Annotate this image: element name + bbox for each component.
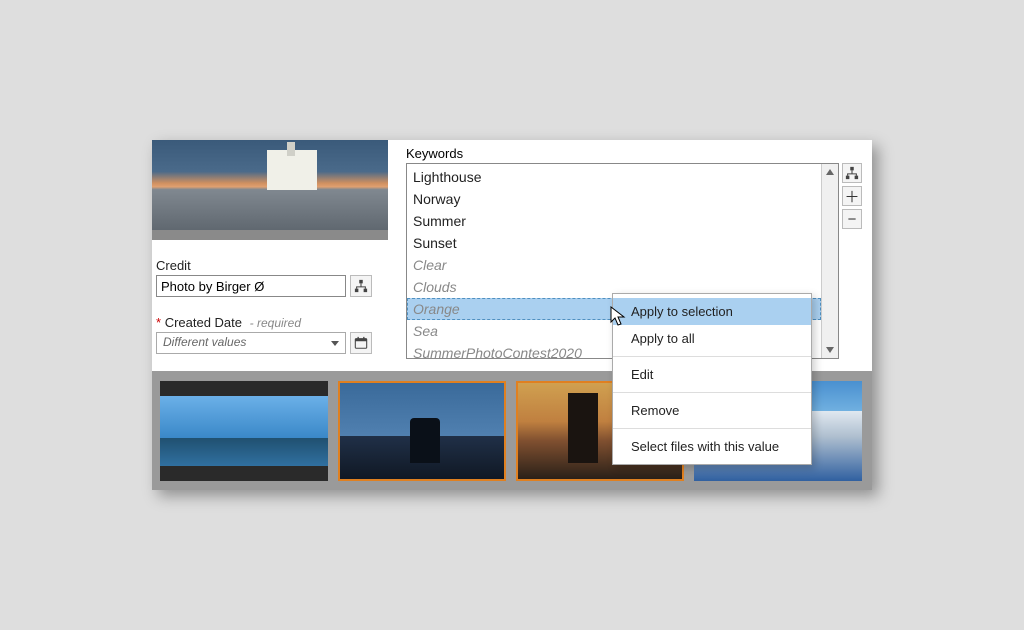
metadata-panel: Credit * Created Date - required Differe…	[152, 140, 872, 490]
hierarchy-icon[interactable]	[350, 275, 372, 297]
thumbnail-item[interactable]	[160, 381, 328, 481]
keywords-scrollbar[interactable]	[821, 164, 838, 358]
keywords-side-buttons: ＋ −	[842, 163, 862, 359]
hierarchy-icon[interactable]	[842, 163, 862, 183]
context-menu-item[interactable]: Select files with this value	[613, 433, 811, 460]
created-date-field: * Created Date - required Different valu…	[156, 315, 394, 354]
menu-separator	[613, 392, 811, 393]
scroll-up-icon[interactable]	[822, 164, 838, 180]
context-menu-item[interactable]: Apply to selection	[613, 298, 811, 325]
keyword-item[interactable]: Sunset	[407, 232, 821, 254]
created-date-select[interactable]: Different values	[156, 332, 346, 354]
keyword-item[interactable]: Norway	[407, 188, 821, 210]
remove-keyword-button[interactable]: −	[842, 209, 862, 229]
keyword-item[interactable]: Lighthouse	[407, 166, 821, 188]
context-menu-item[interactable]: Edit	[613, 361, 811, 388]
thumbnail-item[interactable]	[338, 381, 506, 481]
menu-separator	[613, 356, 811, 357]
created-date-label: * Created Date - required	[156, 315, 394, 330]
keyword-item[interactable]: Clear	[407, 254, 821, 276]
credit-field: Credit	[156, 258, 394, 297]
context-menu-item[interactable]: Apply to all	[613, 325, 811, 352]
preview-thumbnail	[152, 140, 388, 240]
created-date-hint: - required	[250, 316, 301, 330]
keywords-label: Keywords	[406, 146, 862, 161]
created-date-label-text: Created Date	[165, 315, 242, 330]
calendar-icon[interactable]	[350, 332, 372, 354]
scroll-down-icon[interactable]	[822, 342, 838, 358]
context-menu-item[interactable]: Remove	[613, 397, 811, 424]
keyword-item[interactable]: Summer	[407, 210, 821, 232]
add-keyword-button[interactable]: ＋	[842, 186, 862, 206]
menu-separator	[613, 428, 811, 429]
required-asterisk: *	[156, 315, 161, 330]
left-column: Credit * Created Date - required Differe…	[152, 140, 402, 359]
context-menu: Apply to selectionApply to all Edit Remove…	[612, 293, 812, 465]
created-date-value: Different values	[163, 335, 246, 349]
credit-label: Credit	[156, 258, 394, 273]
credit-input[interactable]	[156, 275, 346, 297]
